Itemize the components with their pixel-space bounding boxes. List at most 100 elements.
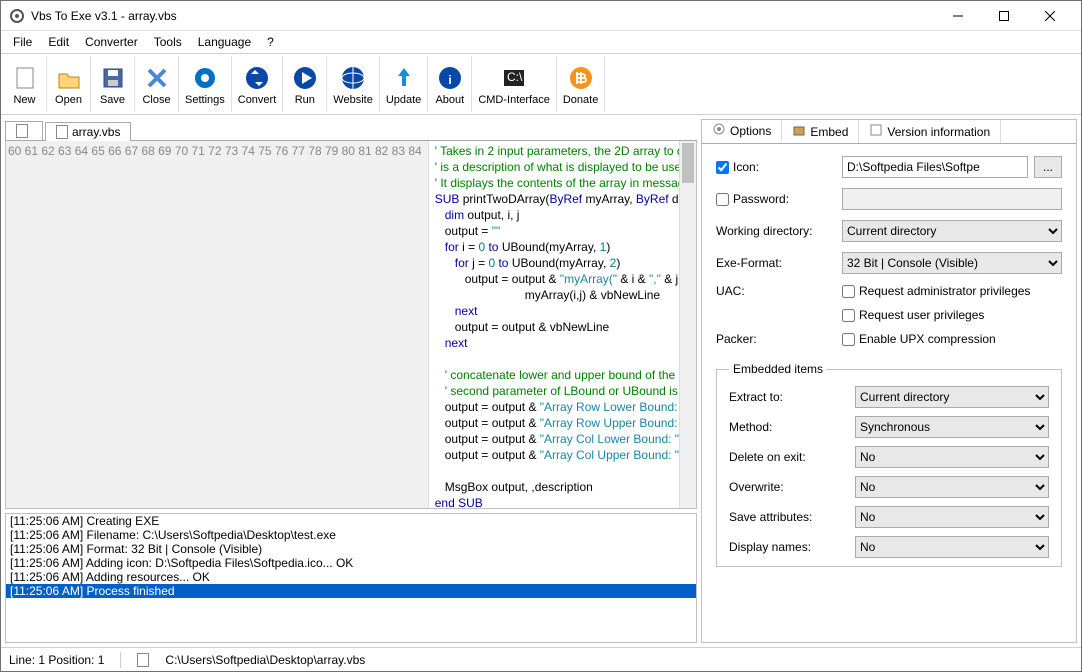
menu-tools[interactable]: Tools [146,33,190,51]
about-icon: i [436,64,464,92]
code-area[interactable]: ' Takes in 2 input parameters, the 2D ar… [429,141,696,508]
toolbar-close-button[interactable]: Close [135,56,179,112]
menu-converter[interactable]: Converter [77,33,146,51]
method-select[interactable]: Synchronous [855,416,1049,438]
log-line[interactable]: [11:25:06 AM] Format: 32 Bit | Console (… [6,542,696,556]
packer-upx-checkbox[interactable] [842,333,855,346]
toolbar-label: Run [295,94,315,106]
log-output[interactable]: [11:25:06 AM] Creating EXE[11:25:06 AM] … [5,513,697,643]
save-icon [99,64,127,92]
toolbar-label: Convert [238,94,277,106]
toolbar-cmd-button[interactable]: C:\ CMD-Interface [472,56,557,112]
log-line[interactable]: [11:25:06 AM] Adding icon: D:\Softpedia … [6,556,696,570]
tab-label: array.vbs [72,125,120,139]
toolbar-label: Open [55,94,82,106]
window-title: Vbs To Exe v3.1 - array.vbs [31,9,935,23]
exefmt-select[interactable]: 32 Bit | Console (Visible) [842,252,1062,274]
tab-label: Options [730,124,771,138]
convert-icon [243,64,271,92]
editor-tab[interactable] [5,121,43,140]
embedded-legend: Embedded items [729,362,827,376]
new-icon [11,64,39,92]
open-icon [55,64,83,92]
code-editor[interactable]: 60 61 62 63 64 65 66 67 68 69 70 71 72 7… [5,141,697,509]
workdir-select[interactable]: Current directory [842,220,1062,242]
line-gutter: 60 61 62 63 64 65 66 67 68 69 70 71 72 7… [6,141,429,508]
toolbar-update-button[interactable]: Update [380,56,428,112]
password-label: Password: [733,192,789,206]
toolbar-convert-button[interactable]: Convert [232,56,284,112]
menu-file[interactable]: File [5,33,40,51]
minimize-button[interactable] [935,1,981,31]
toolbar-label: Website [333,94,373,106]
settings-icon [191,64,219,92]
password-checkbox[interactable] [716,193,729,206]
editor-tabs: array.vbs [5,119,697,141]
editor-scrollbar[interactable] [679,141,696,508]
options-tabs: Options EmbedVersion information [702,120,1076,144]
update-icon [390,64,418,92]
toolbar-website-button[interactable]: Website [327,56,380,112]
file-icon [56,125,68,139]
uac-label: UAC: [716,284,836,298]
overwrite-select[interactable]: No [855,476,1049,498]
toolbar: New Open SaveClose Settings Convert Run Websit… [1,53,1081,115]
maximize-button[interactable] [981,1,1027,31]
packer-label: Packer: [716,332,836,346]
icon-browse-button[interactable]: ... [1034,156,1062,178]
toolbar-save-button[interactable]: Save [91,56,135,112]
menu-?[interactable]: ? [259,33,282,51]
toolbar-label: About [435,94,464,106]
tab-icon [712,122,726,139]
display-select[interactable]: No [855,536,1049,558]
menu-language[interactable]: Language [190,33,259,51]
file-icon [137,653,149,667]
run-icon [291,64,319,92]
status-filepath: C:\Users\Softpedia\Desktop\array.vbs [165,653,365,667]
toolbar-about-button[interactable]: i About [428,56,472,112]
menu-edit[interactable]: Edit [40,33,77,51]
right-tab-options[interactable]: Options [702,120,782,143]
extract-select[interactable]: Current directory [855,386,1049,408]
uac-admin-checkbox[interactable] [842,285,855,298]
saveattr-select[interactable]: No [855,506,1049,528]
display-label: Display names: [729,540,849,554]
tab-icon [792,123,806,140]
toolbar-settings-button[interactable]: Settings [179,56,232,112]
toolbar-run-button[interactable]: Run [283,56,327,112]
log-line[interactable]: [11:25:06 AM] Creating EXE [6,514,696,528]
icon-path-input[interactable] [842,156,1028,178]
toolbar-open-button[interactable]: Open [47,56,91,112]
icon-checkbox[interactable] [716,161,729,174]
scrollbar-thumb[interactable] [682,143,694,183]
password-input[interactable] [842,188,1062,210]
right-tab-embed[interactable]: Embed [782,120,859,143]
uac-user-label: Request user privileges [859,308,984,322]
app-icon [9,8,25,24]
right-tab-version-information[interactable]: Version information [859,120,1001,143]
delete-select[interactable]: No [855,446,1049,468]
status-separator [120,652,121,668]
toolbar-donate-button[interactable]: Donate [557,56,605,112]
cmd-icon: C:\ [500,64,528,92]
svg-text:i: i [448,73,451,87]
toolbar-label: Settings [185,94,225,106]
log-line[interactable]: [11:25:06 AM] Filename: C:\Users\Softped… [6,528,696,542]
uac-user-checkbox[interactable] [842,309,855,322]
content: array.vbs 60 61 62 63 64 65 66 67 68 69 … [1,115,1081,647]
packer-upx-label: Enable UPX compression [859,332,996,346]
toolbar-label: CMD-Interface [478,94,550,106]
log-line[interactable]: [11:25:06 AM] Adding resources... OK [6,570,696,584]
donate-icon [567,64,595,92]
log-line[interactable]: [11:25:06 AM] Process finished [6,584,696,598]
menubar: FileEditConverterToolsLanguage? [1,31,1081,53]
embedded-fieldset: Embedded items Extract to:Current direct… [716,362,1062,567]
delete-label: Delete on exit: [729,450,849,464]
toolbar-new-button[interactable]: New [3,56,47,112]
close-button[interactable] [1027,1,1073,31]
exefmt-label: Exe-Format: [716,256,836,270]
close-icon [143,64,171,92]
svg-text:C:\: C:\ [507,70,523,84]
saveattr-label: Save attributes: [729,510,849,524]
editor-tab[interactable]: array.vbs [45,122,131,141]
